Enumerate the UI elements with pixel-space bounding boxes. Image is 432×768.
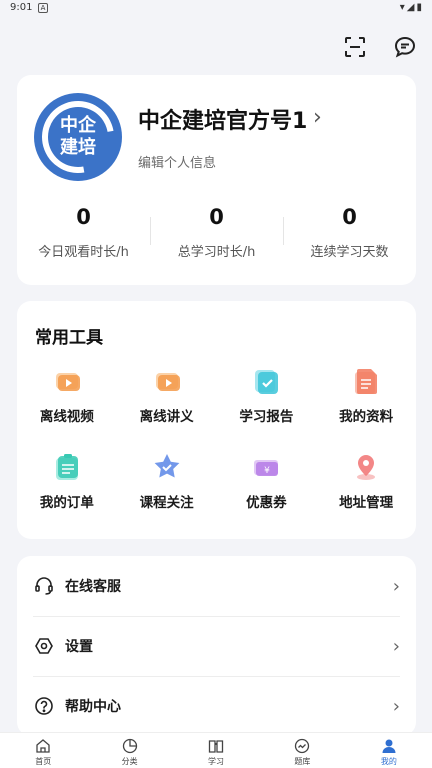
tab-category[interactable]: 分类 xyxy=(86,733,172,768)
stat-today-watch: 0 今日观看时长/h xyxy=(17,203,150,269)
avatar-logo-text: 中企建培 xyxy=(60,115,96,158)
tools-grid: 离线视频 离线讲义 学习报告 我的资料 我的订单 课程关注 ¥ 优惠券 地址管理 xyxy=(17,365,416,511)
chevron-right-icon: › xyxy=(392,635,400,657)
order-icon xyxy=(51,451,83,483)
menu-item-help[interactable]: 帮助中心 › xyxy=(17,676,416,736)
location-icon xyxy=(350,451,382,483)
tab-label: 分类 xyxy=(121,757,138,766)
tool-label: 我的订单 xyxy=(39,495,94,511)
tool-label: 课程关注 xyxy=(139,495,194,511)
stat-total-study: 0 总学习时长/h xyxy=(150,203,283,269)
tab-label: 首页 xyxy=(35,757,52,766)
tool-study-report[interactable]: 学习报告 xyxy=(217,365,317,425)
headset-icon xyxy=(33,575,55,597)
tab-study[interactable]: 学习 xyxy=(173,733,259,768)
tool-course-follow[interactable]: 课程关注 xyxy=(117,451,217,511)
system-status-icons: ▾◢▮ xyxy=(399,2,424,13)
tool-offline-video[interactable]: 离线视频 xyxy=(17,365,117,425)
stat-label: 今日观看时长/h xyxy=(38,245,129,260)
menu-card: 在线客服 › 设置 › 帮助中心 › xyxy=(17,556,416,736)
chevron-right-icon: › xyxy=(392,575,400,597)
svg-text:¥: ¥ xyxy=(265,466,271,476)
video-icon xyxy=(51,365,83,397)
stat-label: 总学习时长/h xyxy=(177,245,256,260)
tool-address[interactable]: 地址管理 xyxy=(316,451,416,511)
report-check-icon xyxy=(250,365,282,397)
tools-title: 常用工具 xyxy=(35,328,103,348)
status-bar: 9:01 A ▾◢▮ xyxy=(0,0,432,18)
scan-icon[interactable] xyxy=(342,34,368,60)
star-icon xyxy=(151,451,183,483)
tools-card: 常用工具 离线视频 离线讲义 学习报告 我的资料 我的订单 课程关注 ¥ 优惠券… xyxy=(17,301,416,539)
stat-value: 0 xyxy=(342,205,357,229)
stat-value: 0 xyxy=(209,205,224,229)
stat-streak-days: 0 连续学习天数 xyxy=(283,203,416,269)
header-actions xyxy=(342,30,418,64)
tab-question-bank[interactable]: 题库 xyxy=(259,733,345,768)
tab-home[interactable]: 首页 xyxy=(0,733,86,768)
menu-item-settings[interactable]: 设置 › xyxy=(17,616,416,676)
tab-mine[interactable]: 我的 xyxy=(346,733,432,768)
help-icon xyxy=(33,695,55,717)
profile-card: 中企建培 中企建培官方号1 › 编辑个人信息 0 今日观看时长/h 0 总学习时… xyxy=(17,75,416,285)
category-icon xyxy=(121,737,139,755)
tool-label: 离线讲义 xyxy=(139,409,194,425)
tool-label: 学习报告 xyxy=(239,409,294,425)
tab-label: 我的 xyxy=(380,757,397,766)
stat-value: 0 xyxy=(76,205,91,229)
tool-coupons[interactable]: ¥ 优惠券 xyxy=(217,451,317,511)
question-bank-icon xyxy=(293,737,311,755)
settings-icon xyxy=(33,635,55,657)
home-icon xyxy=(34,737,52,755)
message-icon[interactable] xyxy=(392,34,418,60)
tool-label: 地址管理 xyxy=(339,495,394,511)
tool-my-orders[interactable]: 我的订单 xyxy=(17,451,117,511)
menu-item-online-service[interactable]: 在线客服 › xyxy=(17,556,416,616)
status-time: 9:01 xyxy=(10,2,33,13)
tool-offline-notes[interactable]: 离线讲义 xyxy=(117,365,217,425)
tool-label: 我的资料 xyxy=(339,409,394,425)
stat-label: 连续学习天数 xyxy=(310,245,389,260)
avatar[interactable]: 中企建培 xyxy=(34,93,122,181)
study-stats: 0 今日观看时长/h 0 总学习时长/h 0 连续学习天数 xyxy=(17,203,416,269)
bottom-tab-bar: 首页 分类 学习 题库 我的 xyxy=(0,732,432,768)
tool-my-materials[interactable]: 我的资料 xyxy=(316,365,416,425)
chevron-right-icon[interactable]: › xyxy=(313,105,322,130)
book-icon xyxy=(207,737,225,755)
tab-label: 学习 xyxy=(208,757,225,766)
menu-label: 在线客服 xyxy=(65,579,121,595)
chevron-right-icon: › xyxy=(392,695,400,717)
profile-name[interactable]: 中企建培官方号1 xyxy=(138,103,307,135)
tool-label: 离线视频 xyxy=(39,409,94,425)
video-doc-icon xyxy=(151,365,183,397)
edit-profile-link[interactable]: 编辑个人信息 xyxy=(138,152,216,171)
tool-label: 优惠券 xyxy=(246,495,287,511)
sim-icon: A xyxy=(38,3,48,13)
coupon-icon: ¥ xyxy=(250,451,282,483)
tab-label: 题库 xyxy=(294,757,311,766)
menu-label: 设置 xyxy=(65,639,93,655)
menu-label: 帮助中心 xyxy=(65,699,121,715)
document-icon xyxy=(350,365,382,397)
user-icon xyxy=(380,737,398,755)
